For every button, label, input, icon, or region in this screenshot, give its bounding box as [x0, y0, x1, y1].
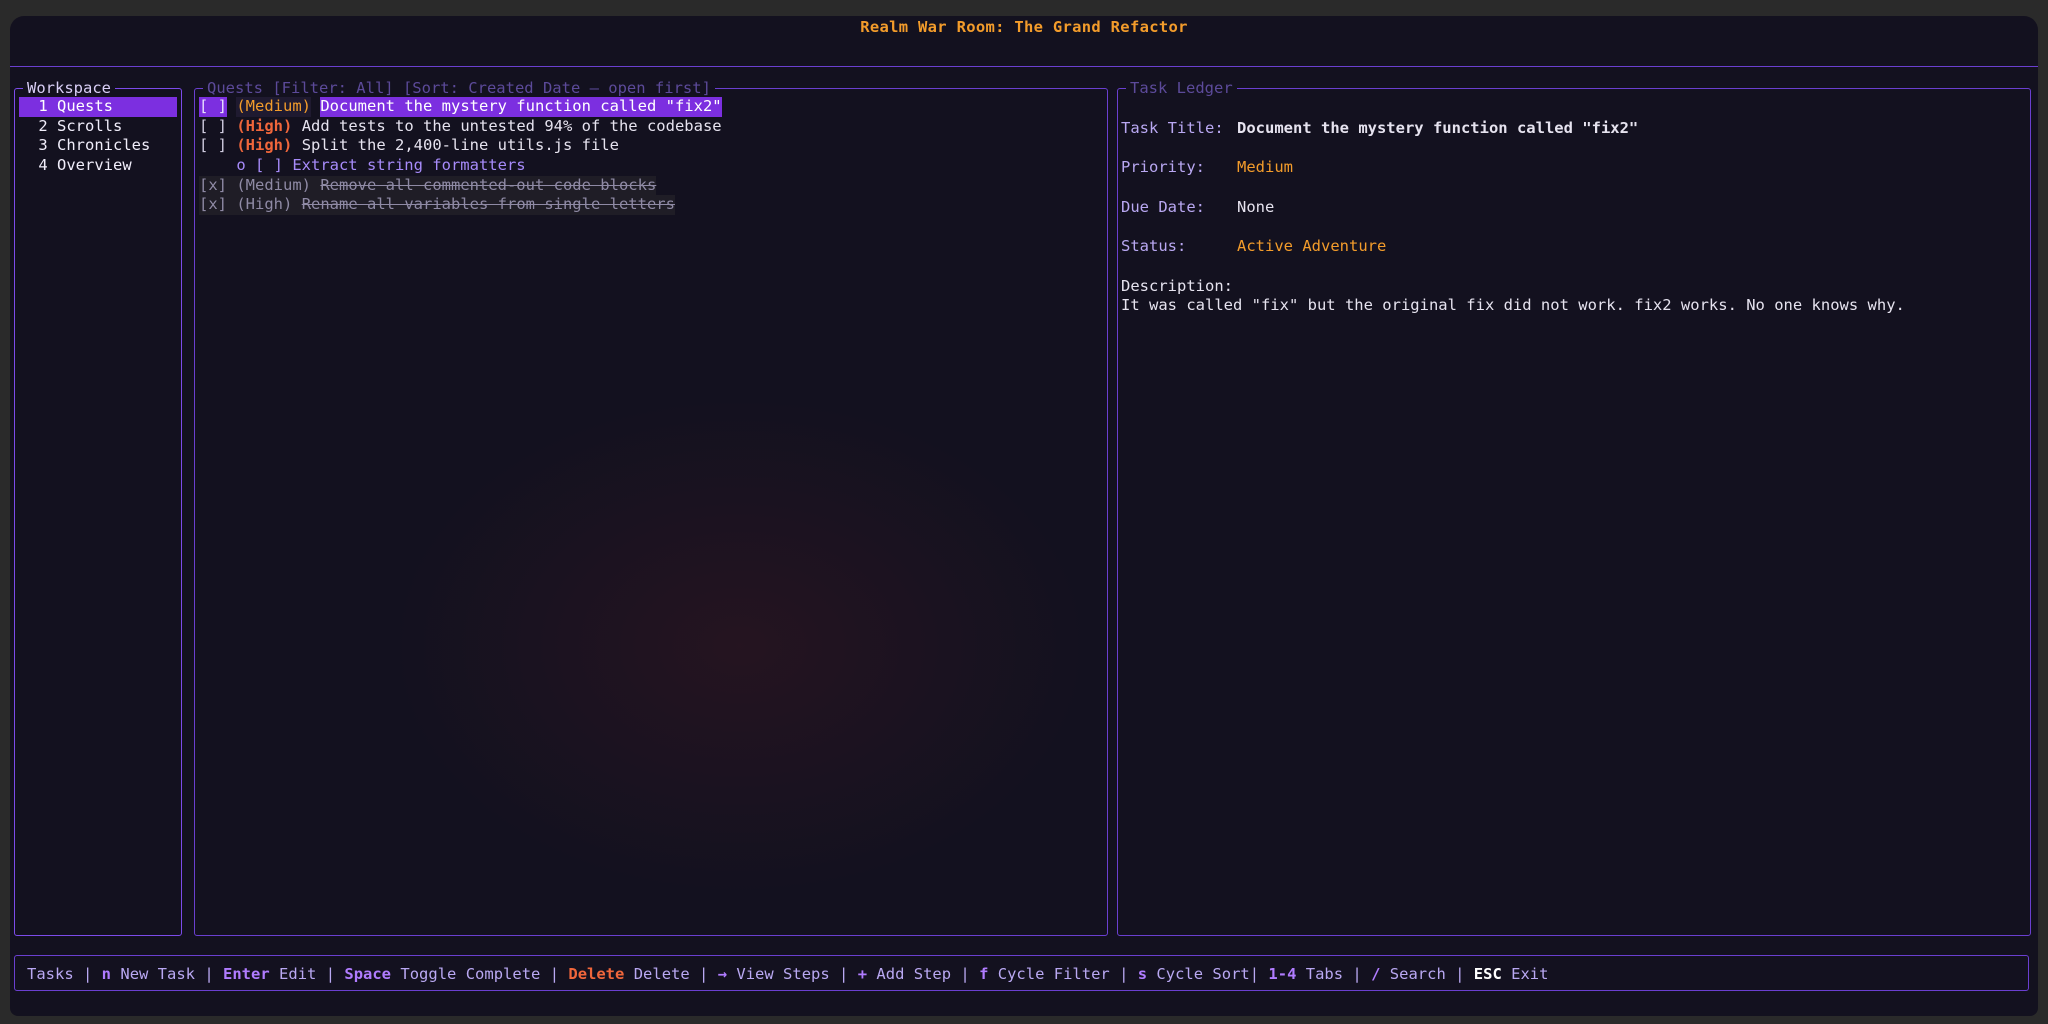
quest-step-row[interactable]: o [ ] Extract string formatters: [199, 156, 722, 176]
description-label: Description:: [1121, 276, 1233, 295]
quest-text: Remove all commented-out code blocks: [320, 175, 657, 194]
nav-item-overview[interactable]: 4 Overview: [19, 156, 177, 176]
checkbox-checked[interactable]: [x]: [199, 195, 227, 215]
checkbox[interactable]: [ ]: [199, 117, 227, 137]
shortcut-tabs[interactable]: Tabs: [1306, 965, 1343, 983]
priority-value: Medium: [1237, 158, 1293, 177]
title-divider: [10, 66, 2038, 67]
terminal-window: Realm War Room: The Grand Refactor Works…: [10, 16, 2038, 1016]
arrow-right-icon: →: [717, 965, 728, 983]
priority-label: Priority:: [1121, 158, 1205, 177]
description-text: It was called "fix" but the original fix…: [1121, 296, 1905, 315]
task-ledger-panel: Task Ledger Task Title: Document the myst…: [1117, 78, 2031, 936]
nav-item-scrolls[interactable]: 2 Scrolls: [19, 117, 177, 137]
quest-row[interactable]: [ ] (High) Add tests to the untested 94%…: [199, 117, 722, 137]
shortcut-delete[interactable]: Delete: [634, 965, 690, 983]
due-date-value: None: [1237, 197, 1275, 216]
shortcut-add-step[interactable]: Add Step: [876, 965, 951, 983]
quest-text: Add tests to the untested 94% of the cod…: [301, 116, 722, 135]
footer-context-label: Tasks: [27, 965, 74, 983]
shortcut-key: +: [857, 965, 868, 983]
shortcut-toggle-complete[interactable]: Toggle Complete: [400, 965, 540, 983]
priority-badge: (High): [236, 195, 293, 214]
shortcut-key: s: [1137, 965, 1148, 983]
shortcut-search[interactable]: Search: [1390, 965, 1446, 983]
app-title: Realm War Room: The Grand Refactor: [860, 18, 1188, 36]
quest-text: Rename all variables from single letters: [301, 195, 675, 214]
workspace-nav: 1 Quests 2 Scrolls 3 Chronicles 4 Overvi…: [19, 97, 177, 176]
priority-badge: (Medium): [236, 97, 311, 117]
shortcut-key: Space: [344, 965, 392, 983]
due-date-label: Due Date:: [1121, 197, 1205, 216]
task-title-value: Document the mystery function called "fi…: [1237, 119, 1639, 137]
status-label: Status:: [1121, 237, 1187, 256]
status-value: Active Adventure: [1237, 237, 1387, 256]
shortcut-key: ESC: [1473, 965, 1502, 983]
keybinding-bar: Tasks | n New Task | Enter Edit | Space …: [14, 955, 2029, 991]
quest-row-done[interactable]: [x] (Medium) Remove all commented-out co…: [199, 175, 722, 196]
shortcut-cycle-sort[interactable]: Cycle Sort: [1156, 965, 1249, 983]
shortcut-key: /: [1371, 965, 1381, 983]
quest-row-done[interactable]: [x] (High) Rename all variables from sin…: [199, 195, 722, 216]
task-title-label: Task Title:: [1121, 119, 1224, 137]
checkbox[interactable]: [ ]: [199, 97, 227, 117]
checkbox-checked[interactable]: [x]: [199, 176, 227, 196]
shortcut-view-steps[interactable]: View Steps: [736, 965, 829, 983]
shortcut-key: n: [101, 965, 112, 983]
shortcut-key: f: [979, 965, 989, 983]
task-details: Task Title: Document the mystery function…: [1121, 119, 2020, 336]
shortcut-key: Enter: [223, 965, 270, 983]
quests-panel: Quests [Filter: All] [Sort: Created Date…: [194, 78, 1108, 936]
nav-item-chronicles[interactable]: 3 Chronicles: [19, 136, 177, 156]
quest-step: o [ ] Extract string formatters: [236, 156, 526, 175]
quest-list: [ ] (Medium) Document the mystery functi…: [199, 97, 722, 216]
workspace-panel: Workspace 1 Quests 2 Scrolls 3 Chronicle…: [14, 78, 182, 936]
priority-badge: (Medium): [236, 175, 311, 194]
quest-row[interactable]: [ ] (High) Split the 2,400-line utils.js…: [199, 136, 722, 156]
task-ledger-title: Task Ledger: [1126, 78, 1237, 98]
nav-item-quests[interactable]: 1 Quests: [19, 97, 177, 117]
workspace-panel-title: Workspace: [23, 78, 115, 98]
shortcut-key: 1-4: [1268, 965, 1297, 983]
shortcut-cycle-filter[interactable]: Cycle Filter: [998, 965, 1110, 983]
priority-badge: (High): [236, 116, 293, 135]
shortcut-new-task[interactable]: New Task: [120, 965, 195, 983]
priority-badge: (High): [236, 136, 293, 155]
shortcut-edit[interactable]: Edit: [279, 965, 316, 983]
shortcut-key: Delete: [568, 965, 625, 983]
quests-panel-title: Quests [Filter: All] [Sort: Created Date…: [203, 78, 715, 98]
quest-row-selected[interactable]: [ ] (Medium) Document the mystery functi…: [199, 97, 722, 117]
quest-text: Split the 2,400-line utils.js file: [301, 136, 619, 155]
shortcut-exit[interactable]: Exit: [1511, 965, 1548, 983]
quest-text: Document the mystery function called "fi…: [320, 97, 722, 117]
checkbox[interactable]: [ ]: [199, 136, 227, 156]
